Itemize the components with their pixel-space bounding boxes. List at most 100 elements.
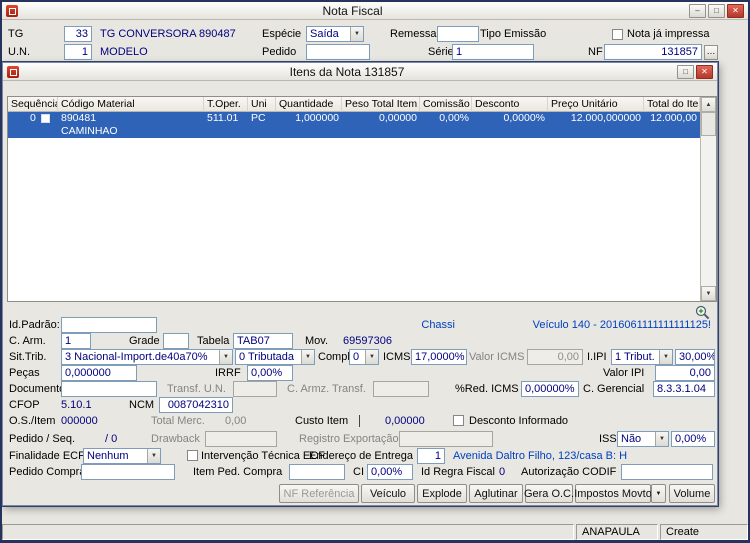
nota-fiscal-titlebar[interactable]: Nota Fiscal – □ ✕ xyxy=(2,2,748,20)
chevron-down-icon[interactable]: ▼ xyxy=(350,27,363,41)
nota-impressa-label: Nota já impressa xyxy=(627,26,710,42)
col-header-total-item[interactable]: Total do Item xyxy=(644,97,700,112)
un-label: U.N. xyxy=(8,44,30,60)
tg-field[interactable]: 33 xyxy=(64,26,92,42)
col-header-peso-total[interactable]: Peso Total Item xyxy=(342,97,420,112)
chevron-down-icon[interactable]: ▼ xyxy=(301,350,314,364)
status-user: ANAPAULA xyxy=(576,524,658,540)
especie-value: Saída xyxy=(310,28,339,40)
minimize-icon[interactable]: – xyxy=(689,4,706,18)
iss-label: ISS xyxy=(599,431,617,447)
itens-titlebar[interactable]: Itens da Nota 131857 □ ✕ xyxy=(3,63,717,81)
irrf-label: IRRF xyxy=(215,365,241,381)
c-arm-field[interactable]: 1 xyxy=(61,333,91,349)
item-ped-compra-label: Item Ped. Compra xyxy=(193,464,282,480)
col-header-toper[interactable]: T.Oper. xyxy=(204,97,248,112)
cell-peso: 0,00000 xyxy=(342,112,420,125)
endereco-entrega-value: Avenida Daltro Filho, 123/casa B: H xyxy=(453,448,627,464)
col-header-desconto[interactable]: Desconto xyxy=(472,97,548,112)
finalidade-ecf-select[interactable]: Nenhum ▼ xyxy=(83,448,161,464)
veiculo-button[interactable]: Veículo xyxy=(361,484,415,503)
pedido-compra-field[interactable] xyxy=(81,464,175,480)
nf-field[interactable]: 131857 xyxy=(604,44,702,60)
gera-oc-button[interactable]: Gera O.C. xyxy=(525,484,573,503)
aglutinar-button[interactable]: Aglutinar xyxy=(469,484,523,503)
itens-title: Itens da Nota 131857 xyxy=(19,65,675,79)
col-header-quantidade[interactable]: Quantidade xyxy=(276,97,342,112)
desconto-informado-checkbox[interactable] xyxy=(453,415,464,426)
mov-label: Mov. xyxy=(305,333,328,349)
close-icon[interactable]: ✕ xyxy=(696,65,713,79)
table-row[interactable]: 0 890481 511.01 PC 1,000000 0,00000 0,00… xyxy=(8,112,700,138)
c-armz-label: C. Armz. Transf. xyxy=(287,381,366,397)
nf-browse-button[interactable]: … xyxy=(704,45,718,60)
row-checkbox[interactable] xyxy=(41,114,50,123)
pedido-compra-label: Pedido Compra xyxy=(9,464,85,480)
col-header-preco-unitario[interactable]: Preço Unitário xyxy=(548,97,644,112)
drawback-field xyxy=(205,431,277,447)
icms-field[interactable]: 17,0000% xyxy=(411,349,467,365)
impostos-dropdown-icon[interactable]: ▼ xyxy=(651,484,666,503)
iss-field[interactable]: 0,00% xyxy=(671,431,715,447)
ipi-select[interactable]: 1 Tribut. ▼ xyxy=(611,349,673,365)
cell-toper: 511.01 xyxy=(204,112,248,125)
maximize-icon[interactable]: □ xyxy=(677,65,694,79)
c-gerencial-field[interactable]: 8.3.3.1.04 xyxy=(653,381,715,397)
serie-field[interactable]: 1 xyxy=(452,44,534,60)
col-header-uni[interactable]: Uni xyxy=(248,97,276,112)
id-padrao-field[interactable] xyxy=(61,317,157,333)
red-icms-field[interactable]: 0,00000% xyxy=(521,381,579,397)
remessa-label: Remessa xyxy=(390,26,436,42)
scrollbar-thumb[interactable] xyxy=(701,112,716,136)
documento-field[interactable] xyxy=(61,381,157,397)
irrf-field[interactable]: 0,00% xyxy=(247,365,293,381)
explode-button[interactable]: Explode xyxy=(417,484,467,503)
transf-un-field xyxy=(233,381,277,397)
chevron-down-icon[interactable]: ▼ xyxy=(147,449,160,463)
scroll-down-icon[interactable]: ▼ xyxy=(701,286,716,301)
nf-label: NF xyxy=(588,44,603,60)
iss-select[interactable]: Não ▼ xyxy=(617,431,669,447)
impostos-movto-button[interactable]: Impostos Movto xyxy=(575,484,651,503)
maximize-icon[interactable]: □ xyxy=(708,4,725,18)
item-ped-compra-field[interactable] xyxy=(289,464,345,480)
especie-select[interactable]: Saída ▼ xyxy=(306,26,364,42)
valor-ipi-field[interactable]: 0,00 xyxy=(655,365,715,381)
un-field[interactable]: 1 xyxy=(64,44,92,60)
c-gerencial-label: C. Gerencial xyxy=(583,381,644,397)
cell-quantidade: 1,000000 xyxy=(276,112,342,125)
close-icon[interactable]: ✕ xyxy=(727,4,744,18)
remessa-field[interactable] xyxy=(437,26,479,42)
os-item-value: 000000 xyxy=(61,413,98,429)
compl-select[interactable]: 0 ▼ xyxy=(349,349,379,365)
registro-exportacao-field xyxy=(399,431,493,447)
ipi-field[interactable]: 30,00% xyxy=(675,349,715,365)
autorizacao-codif-field[interactable] xyxy=(621,464,713,480)
icms-label: ICMS xyxy=(383,349,411,365)
grade-field[interactable] xyxy=(163,333,189,349)
volume-button[interactable]: Volume xyxy=(669,484,715,503)
chevron-down-icon[interactable]: ▼ xyxy=(655,432,668,446)
table-scrollbar[interactable]: ▲ ▼ xyxy=(700,97,716,301)
sit-trib-select[interactable]: 3 Nacional-Import.de40a70% ▼ xyxy=(61,349,233,365)
tabela-label: Tabela xyxy=(197,333,229,349)
tributacao-select[interactable]: 0 Tributada ▼ xyxy=(235,349,315,365)
tributacao-value: 0 Tributada xyxy=(239,351,294,363)
col-header-codigo-material[interactable]: Código Material xyxy=(58,97,204,112)
tabela-field[interactable]: TAB07 xyxy=(233,333,293,349)
endereco-entrega-field[interactable]: 1 xyxy=(417,448,445,464)
col-header-comissao[interactable]: Comissão xyxy=(420,97,472,112)
ci-field[interactable]: 0,00% xyxy=(367,464,413,480)
chevron-down-icon[interactable]: ▼ xyxy=(659,350,672,364)
ncm-field[interactable]: 0087042310 xyxy=(159,397,233,413)
scroll-up-icon[interactable]: ▲ xyxy=(701,97,716,112)
col-header-sequencia[interactable]: Sequência xyxy=(8,97,58,112)
chevron-down-icon[interactable]: ▼ xyxy=(219,350,232,364)
pedido-field[interactable] xyxy=(306,44,370,60)
intervencao-checkbox[interactable] xyxy=(187,450,198,461)
pecas-field[interactable]: 0,000000 xyxy=(61,365,137,381)
cell-uni: PC xyxy=(248,112,276,125)
nota-impressa-checkbox[interactable] xyxy=(612,29,623,40)
serie-label: Série xyxy=(428,44,454,60)
chevron-down-icon[interactable]: ▼ xyxy=(365,350,378,364)
